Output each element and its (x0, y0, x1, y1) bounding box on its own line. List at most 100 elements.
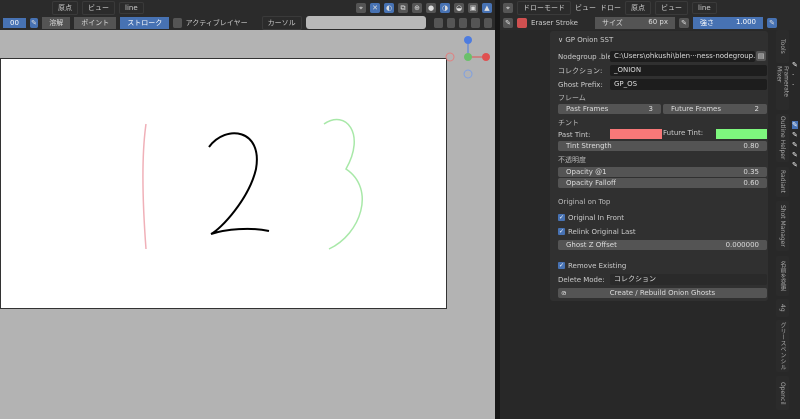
image-icon[interactable]: ▲ (482, 2, 492, 13)
view-dropdown[interactable]: ビュー (82, 0, 115, 15)
opacity1-value: 0.35 (743, 168, 759, 176)
opacity-section: 不透明度 (558, 156, 586, 164)
remove-existing-checkbox[interactable]: ✓ Remove Existing (558, 260, 626, 271)
mode-dissolve[interactable]: 溶解 (42, 16, 71, 29)
view-dropdown-right[interactable]: ビュー (655, 0, 688, 15)
mode-point[interactable]: ポイント (74, 16, 117, 29)
overlay-icon[interactable]: ◐ (384, 2, 394, 13)
past-tint-label: Past Tint: (558, 130, 591, 139)
falloff-value: 0.60 (743, 179, 759, 187)
past-frames-field[interactable]: Past Frames 3 (558, 104, 661, 114)
viewport-header: 原点 ビュー line ⌖ ✕ ◐ ⧉ ⊕ ● ◑ ◒ ▣ ▲ (0, 0, 495, 15)
collection-field[interactable]: _ONION (610, 65, 767, 76)
original-on-top-section: Original on Top (558, 198, 611, 206)
brush-dropdown[interactable]: Eraser Stroke (531, 19, 591, 27)
relink-label: Relink Original Last (568, 227, 636, 236)
strokes (142, 118, 363, 250)
tool-icon-4[interactable] (471, 17, 480, 28)
delete-mode-dropdown[interactable]: コレクション (610, 274, 767, 285)
pivot-dropdown[interactable]: 原点 (52, 0, 78, 15)
tint-strength-label: Tint Strength (566, 142, 612, 150)
nodegroup-field[interactable]: C:\Users\ohkushi\blen···ness-nodegroup.b… (610, 51, 755, 62)
gp-onion-panel: ∨ GP Onion SST Nodegroup .ble··· C:\User… (550, 31, 768, 301)
stroke-3 (323, 118, 363, 250)
camera-icon[interactable]: ▣ (468, 2, 478, 13)
tint-strength-field[interactable]: Tint Strength 0.80 (558, 141, 767, 151)
create-rebuild-button[interactable]: ര Create / Rebuild Onion Ghosts (558, 288, 767, 298)
zoffset-label: Ghost Z Offset (566, 241, 617, 249)
tool-icon-5[interactable] (483, 17, 492, 28)
relink-checkbox[interactable]: ✓ Relink Original Last (558, 226, 636, 237)
object-dropdown-right[interactable]: line (692, 1, 717, 14)
create-button-label: Create / Rebuild Onion Ghosts (609, 289, 716, 297)
header-spacer (305, 16, 427, 29)
wireframe-icon[interactable]: ⊕ (412, 2, 422, 13)
falloff-label: Opacity Falloff (566, 179, 616, 187)
size-label: サイズ (602, 18, 623, 27)
tab-rename[interactable]: 名前を変更 (776, 256, 789, 296)
orig-front-checkbox[interactable]: ✓ Original In Front (558, 212, 624, 223)
tab-4g[interactable]: 4g (776, 299, 789, 317)
size-value: 60 px (648, 17, 668, 26)
tab-outline-helper[interactable]: Outline Helper (776, 114, 789, 162)
pivot-dropdown-right[interactable]: 原点 (625, 0, 651, 15)
material-icon[interactable]: ◑ (440, 2, 450, 13)
future-tint-swatch[interactable] (716, 129, 767, 139)
active-layer-checkbox[interactable] (173, 17, 182, 28)
tool-icon-2[interactable] (446, 17, 456, 28)
zoffset-field[interactable]: Ghost Z Offset 0.000000 (558, 240, 767, 250)
panel-header[interactable]: ∨ GP Onion SST (558, 34, 613, 45)
tool-icon-1[interactable] (434, 17, 443, 28)
collapse-icon: ∨ (558, 35, 566, 44)
folder-icon[interactable]: ▤ (756, 51, 766, 61)
future-tint-label: Future Tint: (663, 129, 704, 137)
tool-header: 00 ✎ 溶解 ポイント ストローク アクティブレイヤー カーソル (0, 15, 495, 30)
check-icon: ✓ (558, 228, 565, 235)
eraser-icon[interactable]: ✎ (503, 17, 513, 28)
opacity1-field[interactable]: Opacity @1 0.35 (558, 167, 767, 177)
past-tint-swatch[interactable] (610, 129, 662, 139)
tab-framerate-mixer[interactable]: Framerate Mixer (776, 66, 789, 110)
tab-shot-manager[interactable]: Shot Manager (776, 201, 789, 251)
falloff-field[interactable]: Opacity Falloff 0.60 (558, 178, 767, 188)
mode-dropdown[interactable]: ドローモード (517, 0, 571, 15)
tab-radiant[interactable]: Radiant (776, 167, 789, 197)
strength-pressure-icon[interactable]: ✎ (767, 17, 777, 28)
tab-grease-pencil[interactable]: グリースペンシル (776, 320, 789, 372)
menu-draw[interactable]: ドロー (600, 3, 621, 13)
cursor-dropdown[interactable]: カーソル (261, 15, 302, 30)
gizmo-icon[interactable]: ✕ (370, 2, 380, 13)
snap-icon[interactable]: ⌖ (356, 2, 366, 13)
tool-icon-3[interactable] (459, 17, 468, 28)
xray-icon[interactable]: ⧉ (398, 2, 408, 13)
tint-strength-value: 0.80 (743, 142, 759, 150)
future-frames-label: Future Frames (671, 105, 721, 113)
size-pressure-icon[interactable]: ✎ (679, 17, 689, 28)
strength-field[interactable]: 強さ 1.000 (693, 16, 763, 29)
prefix-field[interactable]: GP_OS (610, 79, 767, 90)
tab-opencil[interactable]: Opencil (776, 376, 789, 410)
editor-type-icon[interactable]: ⌖ (503, 2, 513, 13)
frames-section: フレーム (558, 94, 586, 102)
object-dropdown[interactable]: line (119, 1, 144, 14)
panel-title: GP Onion SST (565, 35, 614, 44)
solid-icon[interactable]: ● (426, 2, 436, 13)
mode-stroke[interactable]: ストローク (120, 16, 170, 29)
check-icon: ✓ (558, 214, 565, 221)
properties-header: ⌖ ドローモード ビュー ドロー 原点 ビュー line (500, 0, 800, 15)
drawing-canvas[interactable] (0, 58, 447, 309)
navigation-gizmo[interactable] (444, 36, 494, 81)
size-field[interactable]: サイズ 60 px (595, 16, 675, 29)
brush-icon[interactable]: ✎ (29, 17, 39, 28)
brush-preview-icon[interactable] (517, 17, 527, 28)
mode-number[interactable]: 00 (3, 17, 26, 28)
strength-label: 強さ (700, 18, 714, 27)
menu-view[interactable]: ビュー (575, 3, 596, 13)
future-frames-field[interactable]: Future Frames 2 (663, 104, 767, 114)
tool-shelf[interactable]: ✎ · · ✎ ✎ ✎ ✎ ✎ (792, 60, 798, 170)
render-icon[interactable]: ◒ (454, 2, 464, 13)
opacity1-label: Opacity @1 (566, 168, 607, 176)
orig-front-label: Original In Front (568, 213, 625, 222)
stroke-2 (208, 132, 270, 235)
tab-tools[interactable]: Tools (776, 30, 789, 63)
